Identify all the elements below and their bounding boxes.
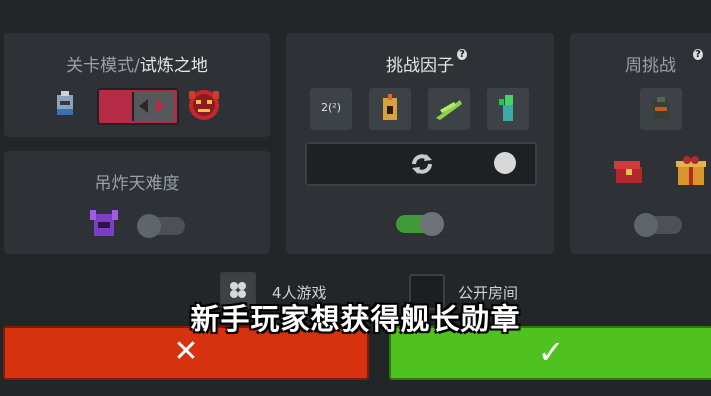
help-icon[interactable]: ?: [693, 49, 703, 60]
toggle-knob: [420, 212, 444, 236]
purple-helmet-icon: [88, 208, 120, 240]
challenge-factors-toggle[interactable]: [396, 212, 444, 236]
challenge-factors-title: 挑战因子: [386, 56, 454, 76]
difficulty-toggle[interactable]: [137, 214, 185, 238]
dark-helmet-icon: [649, 95, 673, 127]
arrow-left-icon[interactable]: [139, 99, 148, 113]
reroll-bar[interactable]: [305, 142, 537, 186]
gift-box-icon: [674, 155, 710, 193]
weekly-toggle[interactable]: [634, 213, 682, 237]
level-mode-title: 关卡模式/试炼之地: [4, 51, 270, 76]
factor-tile-4[interactable]: [487, 88, 529, 130]
toggle-knob: [634, 213, 658, 237]
level-mode-prefix: 关卡模式/: [66, 56, 140, 76]
mode-selector[interactable]: [97, 88, 179, 125]
demon-mask-icon: [185, 85, 223, 123]
weekly-challenge-title: 周挑战: [625, 56, 676, 76]
arrow-right-icon[interactable]: [156, 99, 165, 113]
factor-tile-2[interactable]: [369, 88, 411, 130]
factor-tile-1-text: 2(²): [321, 101, 341, 114]
factor-tile-3[interactable]: [428, 88, 470, 130]
weekly-tile[interactable]: [640, 88, 682, 130]
close-icon: ✕: [173, 334, 199, 369]
check-icon: ✓: [537, 333, 565, 371]
reroll-knob[interactable]: [494, 152, 516, 174]
factor-tile-1[interactable]: 2(²): [310, 88, 352, 130]
help-icon[interactable]: ?: [457, 49, 467, 60]
green-arrows-icon: [434, 96, 464, 126]
difficulty-panel: 吊炸天难度: [4, 151, 270, 254]
level-mode-name: 试炼之地: [139, 56, 208, 76]
knight-icon: [51, 89, 79, 117]
weekly-challenge-panel: 周挑战 ?: [570, 33, 711, 254]
red-chest-icon: [612, 157, 648, 191]
video-subtitle: 新手玩家想获得舰长勋章: [190, 302, 521, 336]
challenge-factors-panel: 挑战因子 ? 2(²): [286, 33, 554, 254]
reroll-icon: [409, 151, 435, 177]
golden-helmet-icon: [378, 94, 402, 128]
toggle-knob: [137, 214, 161, 238]
level-mode-panel: 关卡模式/试炼之地: [4, 33, 270, 137]
green-hand-icon: [495, 93, 521, 129]
difficulty-title: 吊炸天难度: [94, 174, 180, 194]
